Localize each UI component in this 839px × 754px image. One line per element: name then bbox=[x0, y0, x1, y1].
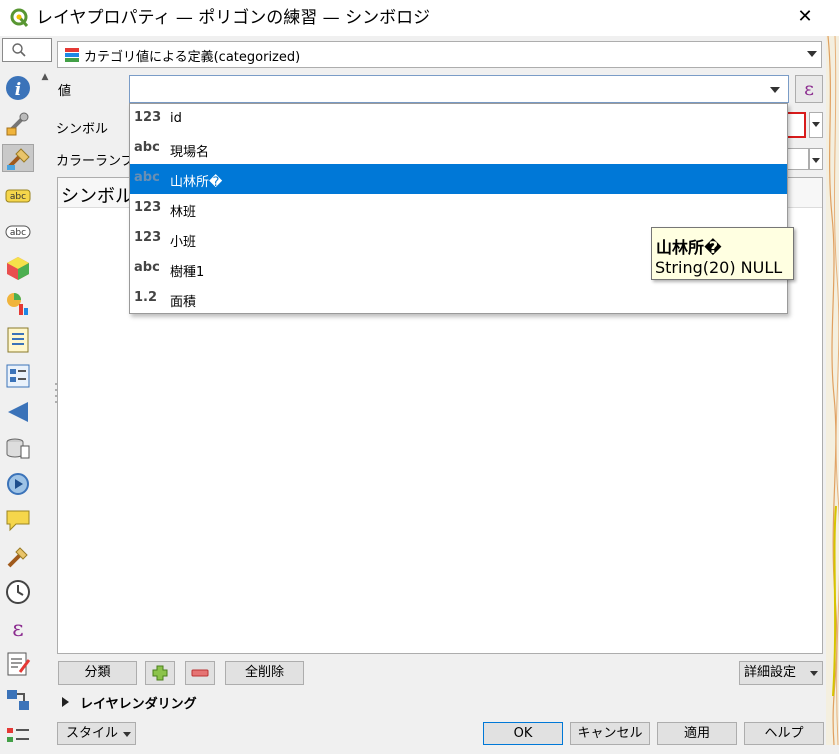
color-ramp-label: カラーランプ bbox=[56, 154, 134, 169]
variables-icon[interactable]: ε bbox=[4, 614, 32, 642]
value-field-combo[interactable] bbox=[129, 75, 789, 103]
field-type-icon: 123 bbox=[134, 110, 162, 125]
svg-text:abc: abc bbox=[10, 228, 26, 238]
classify-button[interactable]: 分類 bbox=[58, 661, 137, 685]
tooltip-field-type: String(20) NULL bbox=[655, 258, 783, 277]
information-icon[interactable]: i bbox=[4, 74, 32, 102]
renderer-type-label: カテゴリ値による定義(categorized) bbox=[84, 50, 301, 65]
help-button[interactable]: ヘルプ bbox=[744, 722, 824, 745]
display-icon[interactable] bbox=[4, 506, 32, 534]
svg-text:ε: ε bbox=[12, 617, 23, 642]
advanced-button[interactable]: 詳細設定 bbox=[739, 661, 823, 685]
field-name: 林班 bbox=[170, 205, 197, 220]
chevron-down-icon bbox=[812, 158, 820, 163]
svg-text:i: i bbox=[15, 80, 21, 100]
style-button-label: スタイル bbox=[66, 726, 119, 741]
field-name: 山林所� bbox=[170, 175, 223, 190]
ok-button[interactable]: OK bbox=[483, 722, 563, 745]
attributes-form-icon[interactable] bbox=[4, 362, 32, 390]
actions-icon[interactable] bbox=[4, 470, 32, 498]
list-item[interactable]: 1.2 面積 bbox=[130, 284, 787, 314]
field-type-icon: abc bbox=[134, 260, 160, 275]
scroll-up-arrow-icon[interactable]: ▲ bbox=[36, 68, 54, 86]
color-ramp-button[interactable] bbox=[785, 148, 809, 170]
expression-button[interactable]: ε bbox=[795, 75, 823, 103]
fields-icon[interactable] bbox=[4, 326, 32, 354]
field-name: 小班 bbox=[170, 235, 197, 250]
temporal-icon[interactable] bbox=[4, 578, 32, 606]
list-item[interactable]: 123 林班 bbox=[130, 194, 787, 224]
chevron-down-icon bbox=[810, 671, 818, 676]
list-item-selected[interactable]: abc 山林所� bbox=[130, 164, 787, 194]
advanced-button-label: 詳細設定 bbox=[744, 665, 797, 680]
properties-sidebar: i abc abc ε bbox=[0, 66, 36, 745]
minus-icon bbox=[191, 669, 209, 677]
remove-class-button[interactable] bbox=[185, 661, 215, 685]
symbol-dropdown-button[interactable] bbox=[809, 112, 823, 138]
diagrams-icon[interactable] bbox=[4, 290, 32, 318]
legend-icon[interactable] bbox=[4, 722, 32, 750]
renderer-type-combo[interactable]: カテゴリ値による定義(categorized) bbox=[57, 41, 822, 68]
svg-text:abc: abc bbox=[10, 192, 26, 202]
cancel-button[interactable]: キャンセル bbox=[570, 722, 650, 745]
search-input[interactable] bbox=[2, 38, 52, 62]
field-name: id bbox=[170, 111, 182, 126]
field-type-icon: abc bbox=[134, 170, 160, 185]
expand-arrow-icon[interactable] bbox=[62, 697, 69, 707]
list-item[interactable]: 123 id bbox=[130, 104, 787, 134]
field-type-icon: 123 bbox=[134, 200, 162, 215]
color-ramp-dropdown-button[interactable] bbox=[809, 148, 823, 170]
apply-button[interactable]: 適用 bbox=[657, 722, 737, 745]
joins-icon[interactable] bbox=[4, 398, 32, 426]
field-tooltip: 山林所� String(20) NULL bbox=[651, 227, 794, 280]
categorized-icon bbox=[65, 48, 79, 62]
delete-all-button[interactable]: 全削除 bbox=[225, 661, 304, 685]
plus-icon bbox=[152, 665, 168, 681]
chevron-down-icon bbox=[807, 51, 817, 57]
source-icon[interactable] bbox=[4, 110, 32, 138]
metadata-icon[interactable] bbox=[4, 650, 32, 678]
rendering-icon[interactable] bbox=[4, 542, 32, 570]
field-name: 現場名 bbox=[170, 145, 210, 160]
symbol-label: シンボル bbox=[56, 122, 109, 137]
close-button[interactable]: ✕ bbox=[794, 4, 816, 30]
chevron-down-icon bbox=[123, 732, 131, 737]
window-title: レイヤプロパティ — ポリゴンの練習 — シンボロジ bbox=[36, 8, 431, 28]
field-dropdown-list[interactable]: 123 id abc 現場名 abc 山林所� 123 林班 123 小班 ab… bbox=[129, 103, 788, 314]
layer-rendering-section[interactable]: レイヤレンダリング bbox=[80, 693, 197, 712]
add-class-button[interactable] bbox=[145, 661, 175, 685]
qgis-icon bbox=[10, 8, 30, 28]
labels-icon[interactable]: abc bbox=[4, 182, 32, 210]
style-menu-button[interactable]: スタイル bbox=[57, 722, 136, 745]
value-label: 値 bbox=[58, 84, 72, 99]
field-type-icon: 123 bbox=[134, 230, 162, 245]
chevron-down-icon bbox=[770, 87, 780, 93]
symbology-icon[interactable] bbox=[2, 144, 34, 172]
tooltip-field-name: 山林所� bbox=[656, 238, 722, 257]
field-type-icon: 1.2 bbox=[134, 290, 158, 305]
map-canvas-edge bbox=[826, 36, 839, 745]
search-icon bbox=[12, 43, 26, 57]
vertical-scrollbar[interactable] bbox=[36, 68, 54, 745]
field-type-icon: abc bbox=[134, 140, 160, 155]
auxiliary-storage-icon[interactable] bbox=[4, 434, 32, 462]
dependencies-icon[interactable] bbox=[4, 686, 32, 714]
column-header-symbol[interactable]: シンボル bbox=[61, 182, 133, 208]
3d-view-icon[interactable] bbox=[4, 254, 32, 282]
field-name: 樹種1 bbox=[170, 265, 205, 280]
field-name: 面積 bbox=[170, 295, 197, 310]
chevron-down-icon bbox=[812, 122, 820, 127]
masks-icon[interactable]: abc bbox=[4, 218, 32, 246]
list-item[interactable]: abc 現場名 bbox=[130, 134, 787, 164]
